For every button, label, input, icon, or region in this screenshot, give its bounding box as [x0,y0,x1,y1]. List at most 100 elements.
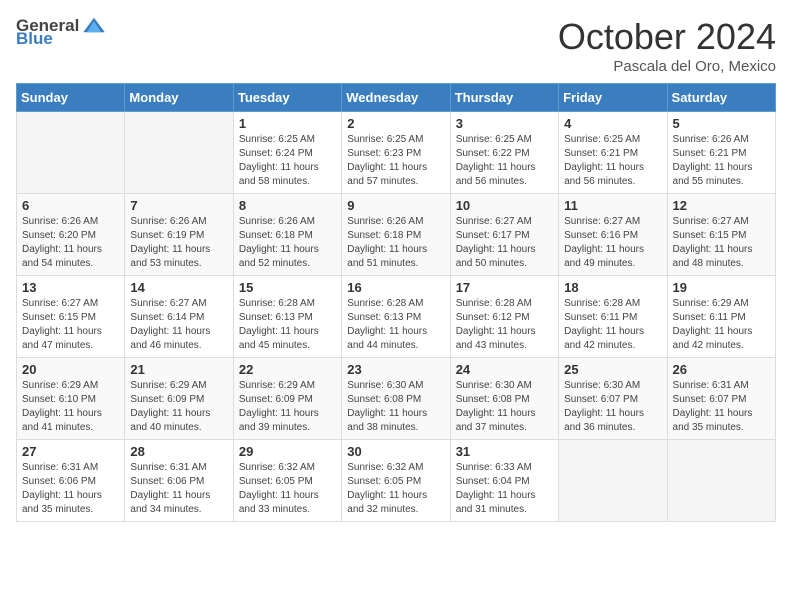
location: Pascala del Oro, Mexico [558,58,776,75]
calendar-cell: 9Sunrise: 6:26 AM Sunset: 6:18 PM Daylig… [342,194,450,276]
day-info: Sunrise: 6:29 AM Sunset: 6:11 PM Dayligh… [673,297,770,353]
day-info: Sunrise: 6:29 AM Sunset: 6:10 PM Dayligh… [22,379,119,435]
calendar-cell: 16Sunrise: 6:28 AM Sunset: 6:13 PM Dayli… [342,276,450,358]
day-number: 4 [564,116,661,131]
day-info: Sunrise: 6:28 AM Sunset: 6:11 PM Dayligh… [564,297,661,353]
day-info: Sunrise: 6:30 AM Sunset: 6:07 PM Dayligh… [564,379,661,435]
day-number: 5 [673,116,770,131]
calendar-week-row: 13Sunrise: 6:27 AM Sunset: 6:15 PM Dayli… [17,276,776,358]
day-info: Sunrise: 6:28 AM Sunset: 6:13 PM Dayligh… [239,297,336,353]
day-number: 22 [239,362,336,377]
calendar-cell: 28 Sunrise: 6:31 AM Sunset: 6:06 PM Dayli… [125,440,233,522]
calendar-week-row: 27 Sunrise: 6:31 AM Sunset: 6:06 PM Dayli… [17,440,776,522]
day-number: 25 [564,362,661,377]
calendar-cell [17,112,125,194]
calendar-cell: 7 Sunrise: 6:26 AM Sunset: 6:19 PM Daylig… [125,194,233,276]
calendar-cell: 3Sunrise: 6:25 AM Sunset: 6:22 PM Daylig… [450,112,558,194]
day-number: 3 [456,116,553,131]
day-number: 21 [130,362,227,377]
calendar-table: SundayMondayTuesdayWednesdayThursdayFrid… [16,83,776,522]
day-info: Sunrise: 6:30 AM Sunset: 6:08 PM Dayligh… [347,379,444,435]
calendar-cell: 12Sunrise: 6:27 AM Sunset: 6:15 PM Dayli… [667,194,775,276]
day-number: 9 [347,198,444,213]
calendar-header-row: SundayMondayTuesdayWednesdayThursdayFrid… [17,84,776,112]
day-info: Sunrise: 6:25 AM Sunset: 6:24 PM Dayligh… [239,133,336,189]
day-info: Sunrise: 6:27 AM Sunset: 6:17 PM Dayligh… [456,215,553,271]
day-info: Sunrise: 6:25 AM Sunset: 6:21 PM Dayligh… [564,133,661,189]
calendar-header-tuesday: Tuesday [233,84,341,112]
calendar-header-wednesday: Wednesday [342,84,450,112]
day-info: Sunrise: 6:26 AM Sunset: 6:21 PM Dayligh… [673,133,770,189]
calendar-cell: 31 Sunrise: 6:33 AM Sunset: 6:04 PM Dayli… [450,440,558,522]
day-info: Sunrise: 6:26 AM Sunset: 6:19 PM Dayligh… [130,215,227,271]
calendar-cell: 15 Sunrise: 6:28 AM Sunset: 6:13 PM Dayli… [233,276,341,358]
day-number: 29 [239,444,336,459]
day-number: 26 [673,362,770,377]
day-info: Sunrise: 6:31 AM Sunset: 6:06 PM Dayligh… [130,461,227,517]
day-info: Sunrise: 6:25 AM Sunset: 6:23 PM Dayligh… [347,133,444,189]
day-number: 10 [456,198,553,213]
calendar-header-saturday: Saturday [667,84,775,112]
day-number: 2 [347,116,444,131]
day-number: 14 [130,280,227,295]
day-info: Sunrise: 6:31 AM Sunset: 6:07 PM Dayligh… [673,379,770,435]
day-number: 23 [347,362,444,377]
calendar-header-monday: Monday [125,84,233,112]
day-number: 28 [130,444,227,459]
calendar-cell: 4 Sunrise: 6:25 AM Sunset: 6:21 PM Daylig… [559,112,667,194]
calendar-header-thursday: Thursday [450,84,558,112]
day-info: Sunrise: 6:28 AM Sunset: 6:12 PM Dayligh… [456,297,553,353]
day-info: Sunrise: 6:33 AM Sunset: 6:04 PM Dayligh… [456,461,553,517]
calendar-cell: 25 Sunrise: 6:30 AM Sunset: 6:07 PM Dayli… [559,358,667,440]
day-info: Sunrise: 6:27 AM Sunset: 6:14 PM Dayligh… [130,297,227,353]
calendar-cell: 8 Sunrise: 6:26 AM Sunset: 6:18 PM Daylig… [233,194,341,276]
calendar-cell: 24 Sunrise: 6:30 AM Sunset: 6:08 PM Dayli… [450,358,558,440]
calendar-week-row: 1 Sunrise: 6:25 AM Sunset: 6:24 PM Daylig… [17,112,776,194]
calendar-cell: 19 Sunrise: 6:29 AM Sunset: 6:11 PM Dayli… [667,276,775,358]
calendar-header-friday: Friday [559,84,667,112]
calendar-cell: 30 Sunrise: 6:32 AM Sunset: 6:05 PM Dayli… [342,440,450,522]
logo-blue: Blue [16,30,136,47]
day-info: Sunrise: 6:29 AM Sunset: 6:09 PM Dayligh… [239,379,336,435]
calendar-header-sunday: Sunday [17,84,125,112]
calendar-cell [667,440,775,522]
day-number: 20 [22,362,119,377]
day-info: Sunrise: 6:32 AM Sunset: 6:05 PM Dayligh… [239,461,336,517]
calendar-cell: 18 Sunrise: 6:28 AM Sunset: 6:11 PM Dayli… [559,276,667,358]
day-info: Sunrise: 6:27 AM Sunset: 6:16 PM Dayligh… [564,215,661,271]
day-number: 1 [239,116,336,131]
day-number: 7 [130,198,227,213]
day-info: Sunrise: 6:31 AM Sunset: 6:06 PM Dayligh… [22,461,119,517]
day-number: 8 [239,198,336,213]
calendar-cell: 26 Sunrise: 6:31 AM Sunset: 6:07 PM Dayli… [667,358,775,440]
month-title: October 2024 [558,16,776,58]
day-number: 11 [564,198,661,213]
day-number: 18 [564,280,661,295]
day-info: Sunrise: 6:32 AM Sunset: 6:05 PM Dayligh… [347,461,444,517]
day-number: 30 [347,444,444,459]
calendar-cell: 11 Sunrise: 6:27 AM Sunset: 6:16 PM Dayli… [559,194,667,276]
calendar-week-row: 20 Sunrise: 6:29 AM Sunset: 6:10 PM Dayli… [17,358,776,440]
calendar-cell: 17Sunrise: 6:28 AM Sunset: 6:12 PM Dayli… [450,276,558,358]
calendar-cell: 14 Sunrise: 6:27 AM Sunset: 6:14 PM Dayli… [125,276,233,358]
calendar-cell: 21 Sunrise: 6:29 AM Sunset: 6:09 PM Dayli… [125,358,233,440]
calendar-cell: 13Sunrise: 6:27 AM Sunset: 6:15 PM Dayli… [17,276,125,358]
day-number: 16 [347,280,444,295]
day-info: Sunrise: 6:30 AM Sunset: 6:08 PM Dayligh… [456,379,553,435]
day-info: Sunrise: 6:26 AM Sunset: 6:20 PM Dayligh… [22,215,119,271]
day-info: Sunrise: 6:26 AM Sunset: 6:18 PM Dayligh… [239,215,336,271]
day-number: 31 [456,444,553,459]
calendar-cell: 6Sunrise: 6:26 AM Sunset: 6:20 PM Daylig… [17,194,125,276]
day-number: 15 [239,280,336,295]
day-info: Sunrise: 6:29 AM Sunset: 6:09 PM Dayligh… [130,379,227,435]
logo: General Blue [16,16,136,47]
day-number: 19 [673,280,770,295]
title-block: October 2024 Pascala del Oro, Mexico [558,16,776,75]
calendar-cell [559,440,667,522]
calendar-week-row: 6Sunrise: 6:26 AM Sunset: 6:20 PM Daylig… [17,194,776,276]
day-number: 27 [22,444,119,459]
calendar-cell: 5 Sunrise: 6:26 AM Sunset: 6:21 PM Daylig… [667,112,775,194]
day-info: Sunrise: 6:27 AM Sunset: 6:15 PM Dayligh… [22,297,119,353]
day-number: 24 [456,362,553,377]
day-number: 12 [673,198,770,213]
